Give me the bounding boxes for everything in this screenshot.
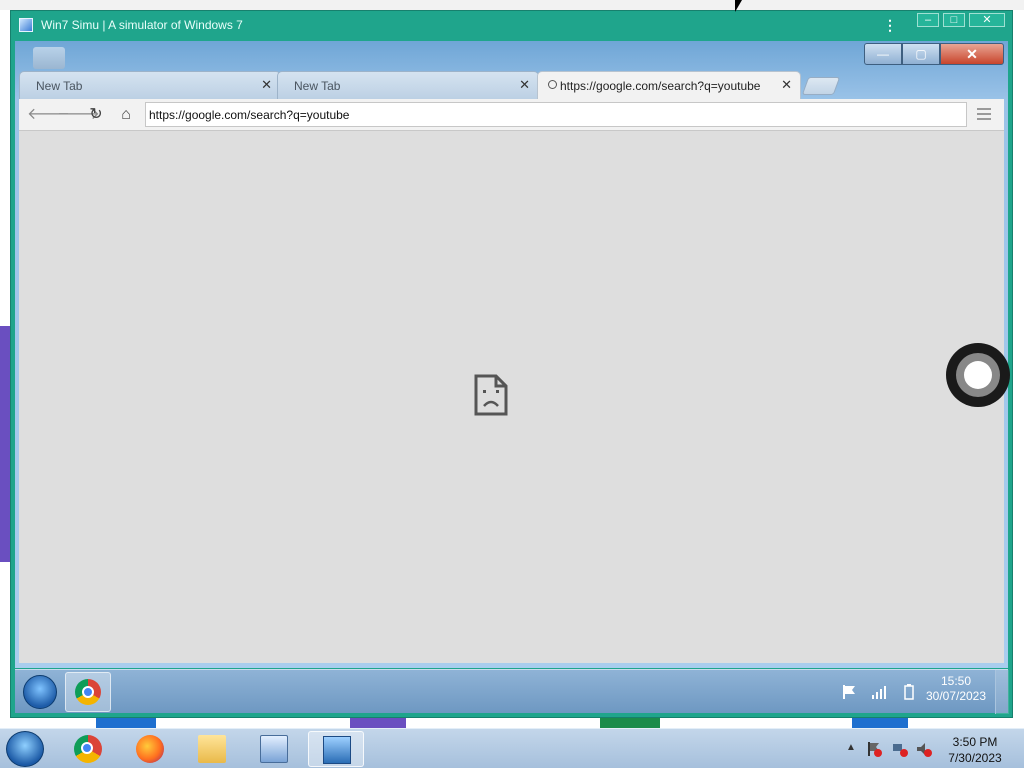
- host-taskbar: ▲ 3:50 PM 7/30/2023: [0, 728, 1024, 768]
- clock-date: 30/07/2023: [925, 689, 987, 703]
- host-taskbar-explorer[interactable]: [184, 731, 240, 767]
- volume-muted-icon[interactable]: [916, 741, 932, 757]
- tab-new-tab-2[interactable]: New Tab ✕: [277, 71, 539, 99]
- simulated-desktop: — ▢ ✕ New Tab ✕ New Tab ✕ https://google…: [15, 41, 1008, 668]
- emulator-window: Win7 Simu | A simulator of Windows 7 ⋮ –…: [10, 10, 1013, 718]
- assistive-touch-button[interactable]: [946, 343, 1010, 407]
- back-arrow-icon[interactable]: 🡐: [27, 106, 70, 124]
- globe-icon: [548, 80, 557, 89]
- tab-label: New Tab: [36, 79, 83, 93]
- browser-maximize-button[interactable]: ▢: [902, 43, 940, 65]
- emulator-minimize-button[interactable]: –: [917, 13, 939, 27]
- tab-google-search[interactable]: https://google.com/search?q=youtube ✕: [537, 71, 801, 99]
- recycle-bin-icon: [33, 47, 65, 69]
- chrome-icon: [74, 735, 102, 763]
- emulator-menu-icon[interactable]: ⋮: [883, 17, 897, 33]
- page-content: [19, 131, 1004, 663]
- tab-new-tab-1[interactable]: New Tab ✕: [19, 71, 281, 99]
- action-center-alert-icon[interactable]: [866, 741, 882, 757]
- host-clock-time: 3:50 PM: [952, 735, 998, 749]
- remote-desktop-icon: [323, 736, 351, 764]
- hamburger-menu-icon[interactable]: [977, 108, 991, 123]
- browser-minimize-button[interactable]: —: [864, 43, 902, 65]
- emulator-maximize-button[interactable]: □: [943, 13, 965, 27]
- host-start-button[interactable]: [6, 731, 44, 767]
- emulator-app-icon: [19, 18, 33, 32]
- network-disconnected-icon[interactable]: [892, 741, 908, 757]
- home-icon[interactable]: ⌂: [117, 106, 135, 124]
- emulator-close-button[interactable]: ✕: [969, 13, 1005, 27]
- emulator-title: Win7 Simu | A simulator of Windows 7: [41, 18, 243, 32]
- tab-close-icon[interactable]: ✕: [781, 77, 792, 93]
- sad-page-error-icon: [474, 374, 508, 416]
- host-desktop-strip: [0, 718, 1024, 728]
- simulated-clock[interactable]: 15:50 30/07/2023: [921, 674, 991, 704]
- mouse-cursor-icon: [735, 0, 742, 12]
- show-hidden-icons-arrow[interactable]: ▲: [846, 742, 856, 753]
- tab-label: https://google.com/search?q=youtube: [560, 79, 761, 93]
- emulator-titlebar[interactable]: Win7 Simu | A simulator of Windows 7 ⋮ –…: [11, 11, 1012, 39]
- tab-close-icon[interactable]: ✕: [261, 77, 272, 93]
- tab-close-icon[interactable]: ✕: [519, 77, 530, 93]
- host-taskbar-firefox[interactable]: [122, 731, 178, 767]
- address-bar[interactable]: https://google.com/search?q=youtube: [145, 102, 967, 127]
- clock-time: 15:50: [940, 674, 972, 688]
- host-taskbar-control-panel[interactable]: [246, 731, 302, 767]
- browser-window: — ▢ ✕ New Tab ✕ New Tab ✕ https://google…: [15, 41, 1008, 668]
- reload-icon[interactable]: ↻: [87, 106, 105, 124]
- host-clock-date: 7/30/2023: [948, 751, 1002, 765]
- forward-arrow-icon[interactable]: 🡒: [57, 106, 100, 124]
- tab-label: New Tab: [294, 79, 341, 93]
- new-tab-button[interactable]: [801, 77, 841, 95]
- show-desktop-button[interactable]: [995, 670, 1009, 714]
- control-panel-icon: [260, 735, 288, 763]
- simulated-taskbar: 15:50 30/07/2023: [15, 669, 1009, 714]
- host-background-top: [0, 0, 1024, 10]
- firefox-icon: [136, 735, 164, 763]
- taskbar-chrome-button[interactable]: [65, 672, 111, 712]
- host-background-panel: [0, 326, 10, 562]
- host-clock[interactable]: 3:50 PM 7/30/2023: [940, 734, 1010, 766]
- battery-icon[interactable]: [901, 684, 917, 700]
- host-taskbar-remote-desktop[interactable]: [308, 731, 364, 767]
- host-taskbar-chrome[interactable]: [60, 731, 116, 767]
- browser-toolbar: 🡐 🡒 ↻ ⌂ https://google.com/search?q=yout…: [19, 99, 1004, 131]
- start-button[interactable]: [23, 675, 57, 709]
- action-center-flag-icon[interactable]: [841, 684, 857, 700]
- browser-close-button[interactable]: ✕: [940, 43, 1004, 65]
- network-signal-icon[interactable]: [871, 684, 887, 700]
- folder-icon: [198, 735, 226, 763]
- chrome-icon: [75, 679, 101, 705]
